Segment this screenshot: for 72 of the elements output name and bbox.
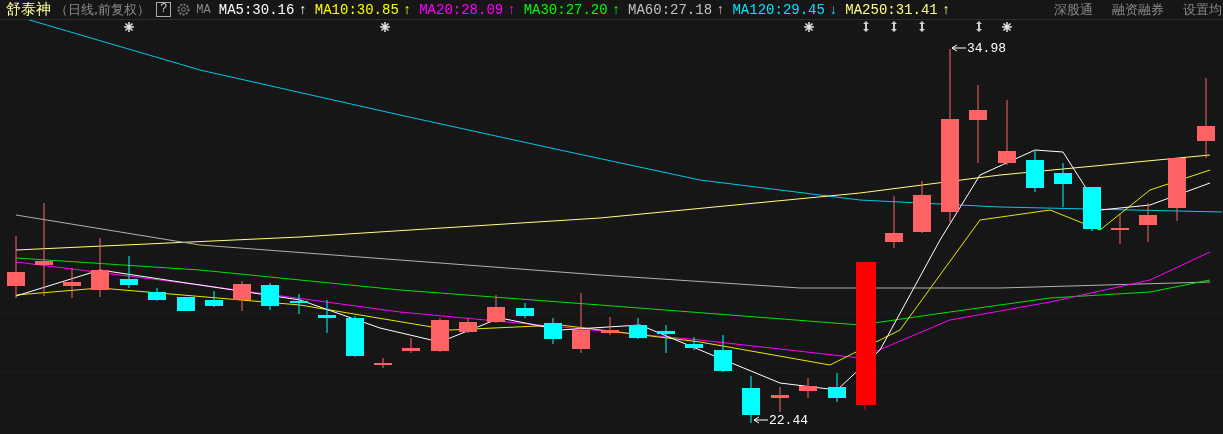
star-marker-icon[interactable]	[803, 21, 815, 33]
moving-average-value: MA5:30.16	[218, 1, 295, 18]
arrow-icon	[753, 416, 769, 424]
indicator-label: MA	[196, 2, 211, 17]
candlestick	[1111, 212, 1129, 245]
candlestick	[714, 334, 732, 373]
candlestick	[685, 336, 703, 351]
candlestick	[1168, 157, 1186, 222]
candlestick	[1139, 202, 1157, 243]
candlestick	[998, 99, 1016, 166]
candlestick	[233, 280, 251, 312]
candlestick	[459, 317, 477, 334]
candlestick	[1026, 149, 1044, 193]
trend-arrow: ↑	[402, 1, 412, 18]
updown-marker-icon[interactable]	[891, 21, 897, 32]
candlestick	[601, 316, 619, 336]
candlestick	[572, 292, 590, 354]
updown-marker-icon[interactable]	[919, 21, 925, 32]
star-marker-icon[interactable]	[379, 21, 391, 33]
candlestick	[63, 267, 81, 299]
star-marker-icon[interactable]	[123, 21, 135, 33]
candlestick	[657, 324, 675, 354]
candlestick	[742, 375, 760, 424]
moving-average-value: MA250:31.41	[845, 1, 938, 18]
candlestick	[177, 296, 195, 312]
moving-average-value: MA10:30.85	[314, 1, 399, 18]
trend-arrow: ↑	[611, 1, 621, 18]
candlestick	[629, 317, 647, 340]
header-link[interactable]: 深股通	[1054, 0, 1093, 19]
candlestick	[290, 293, 308, 315]
candlestick	[913, 180, 931, 234]
trend-arrow: ↑	[298, 1, 307, 18]
candlestick	[516, 302, 534, 319]
candlestick	[261, 282, 279, 311]
low-price-label: 22.44	[769, 413, 808, 428]
trend-arrow: ↓	[828, 1, 838, 18]
chart-mode: （日线,前复权）	[55, 0, 151, 19]
moving-average-value: MA20:28.09	[419, 1, 504, 18]
moving-average-value: MA120:29.45	[732, 1, 825, 18]
candlestick	[374, 357, 392, 369]
candlestick	[148, 287, 166, 302]
candlestick	[431, 317, 449, 353]
updown-marker-icon[interactable]	[976, 21, 982, 32]
header-link[interactable]: 设置均	[1183, 0, 1222, 19]
high-price-label: 34.98	[967, 41, 1006, 56]
candlestick	[205, 290, 223, 308]
candlestick	[885, 195, 903, 249]
arrow-icon	[951, 44, 967, 52]
candlestick	[1054, 162, 1072, 208]
star-marker-icon[interactable]	[1001, 21, 1013, 33]
moving-average-value: MA60:27.18	[628, 1, 713, 18]
help-button[interactable]: ?	[156, 2, 172, 17]
candlestick	[120, 255, 138, 289]
updown-marker-icon[interactable]	[863, 21, 869, 32]
candlestick	[402, 337, 420, 354]
candlestick	[771, 386, 789, 413]
candlestick	[1083, 186, 1101, 232]
candlestick	[487, 294, 505, 324]
trend-arrow: ↑	[941, 1, 951, 18]
trend-arrow: ↑	[507, 1, 516, 18]
moving-average-value: MA30:27.20	[523, 1, 608, 18]
candlestick	[7, 235, 25, 299]
settings-icon[interactable]	[177, 3, 191, 16]
candlestick	[91, 237, 109, 298]
candlestick	[544, 317, 562, 345]
candlestick	[318, 299, 336, 334]
trend-arrow: ↑	[716, 1, 725, 18]
candlestick	[828, 372, 846, 403]
header-link[interactable]: 融资融券	[1112, 0, 1164, 19]
candlestick	[346, 315, 364, 358]
candlestick	[799, 377, 817, 399]
stock-name: 舒泰神	[6, 0, 51, 19]
